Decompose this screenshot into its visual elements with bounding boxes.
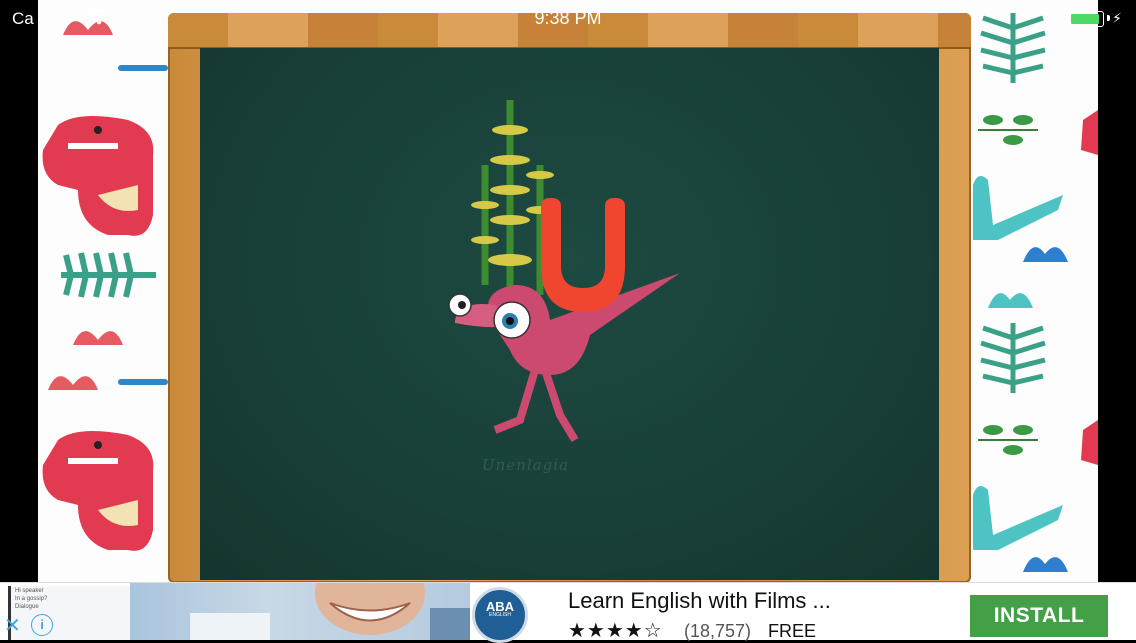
ad-paper-image: Hi speaker In a gossip? Dialogue	[8, 586, 131, 640]
logo-subtext: ENGLISH	[489, 612, 511, 618]
red-flower-icon	[63, 21, 113, 35]
green-branch-icon-2	[978, 425, 1038, 455]
green-branch-icon	[978, 115, 1038, 145]
smiling-man-image	[190, 583, 470, 640]
blue-flower-icon	[1023, 247, 1068, 262]
ad-close-icon[interactable]: ✕	[4, 613, 21, 638]
ad-banner[interactable]: Hi speaker In a gossip? Dialogue ✕ i ABA…	[0, 582, 1136, 643]
red-trex-icon-2	[42, 431, 154, 551]
blue-stripe-icon	[118, 65, 168, 71]
rating-stars-icon: ★★★★☆	[568, 620, 663, 642]
red-flower-icon-2	[73, 331, 123, 345]
ad-photo-smiling-man	[130, 583, 470, 640]
install-button[interactable]: INSTALL	[970, 595, 1108, 637]
red-edge-dino-icon	[1081, 110, 1098, 155]
ad-title[interactable]: Learn English with Films ...	[568, 588, 831, 614]
teal-flower-icon	[988, 293, 1033, 308]
green-fern-icon-2	[980, 323, 1046, 393]
letterbox-right	[1098, 0, 1136, 582]
logo-text: ABA	[485, 599, 515, 614]
ad-paper-line: Dialogue	[15, 604, 39, 610]
letterbox-left	[0, 0, 38, 582]
ad-paper-line: Hi speaker	[15, 588, 44, 594]
ad-info-icon[interactable]: i	[31, 614, 53, 636]
letter-u-graphic[interactable]: U	[533, 196, 633, 316]
red-edge-dino-icon-2	[1081, 420, 1098, 465]
aba-english-logo: ABA ENGLISH	[472, 587, 528, 643]
letter-u-text: U	[583, 255, 584, 257]
blue-stripe-icon-2	[118, 379, 168, 385]
blue-flower-icon-2	[1023, 557, 1068, 572]
dinosaur-name-label: Unenlagia	[482, 456, 569, 474]
red-flower-icon-3	[48, 376, 98, 390]
red-trex-icon	[42, 116, 154, 236]
ad-paper-line: In a gossip?	[15, 596, 48, 602]
green-fern-icon	[980, 13, 1046, 83]
green-leaf-icon	[61, 252, 156, 298]
